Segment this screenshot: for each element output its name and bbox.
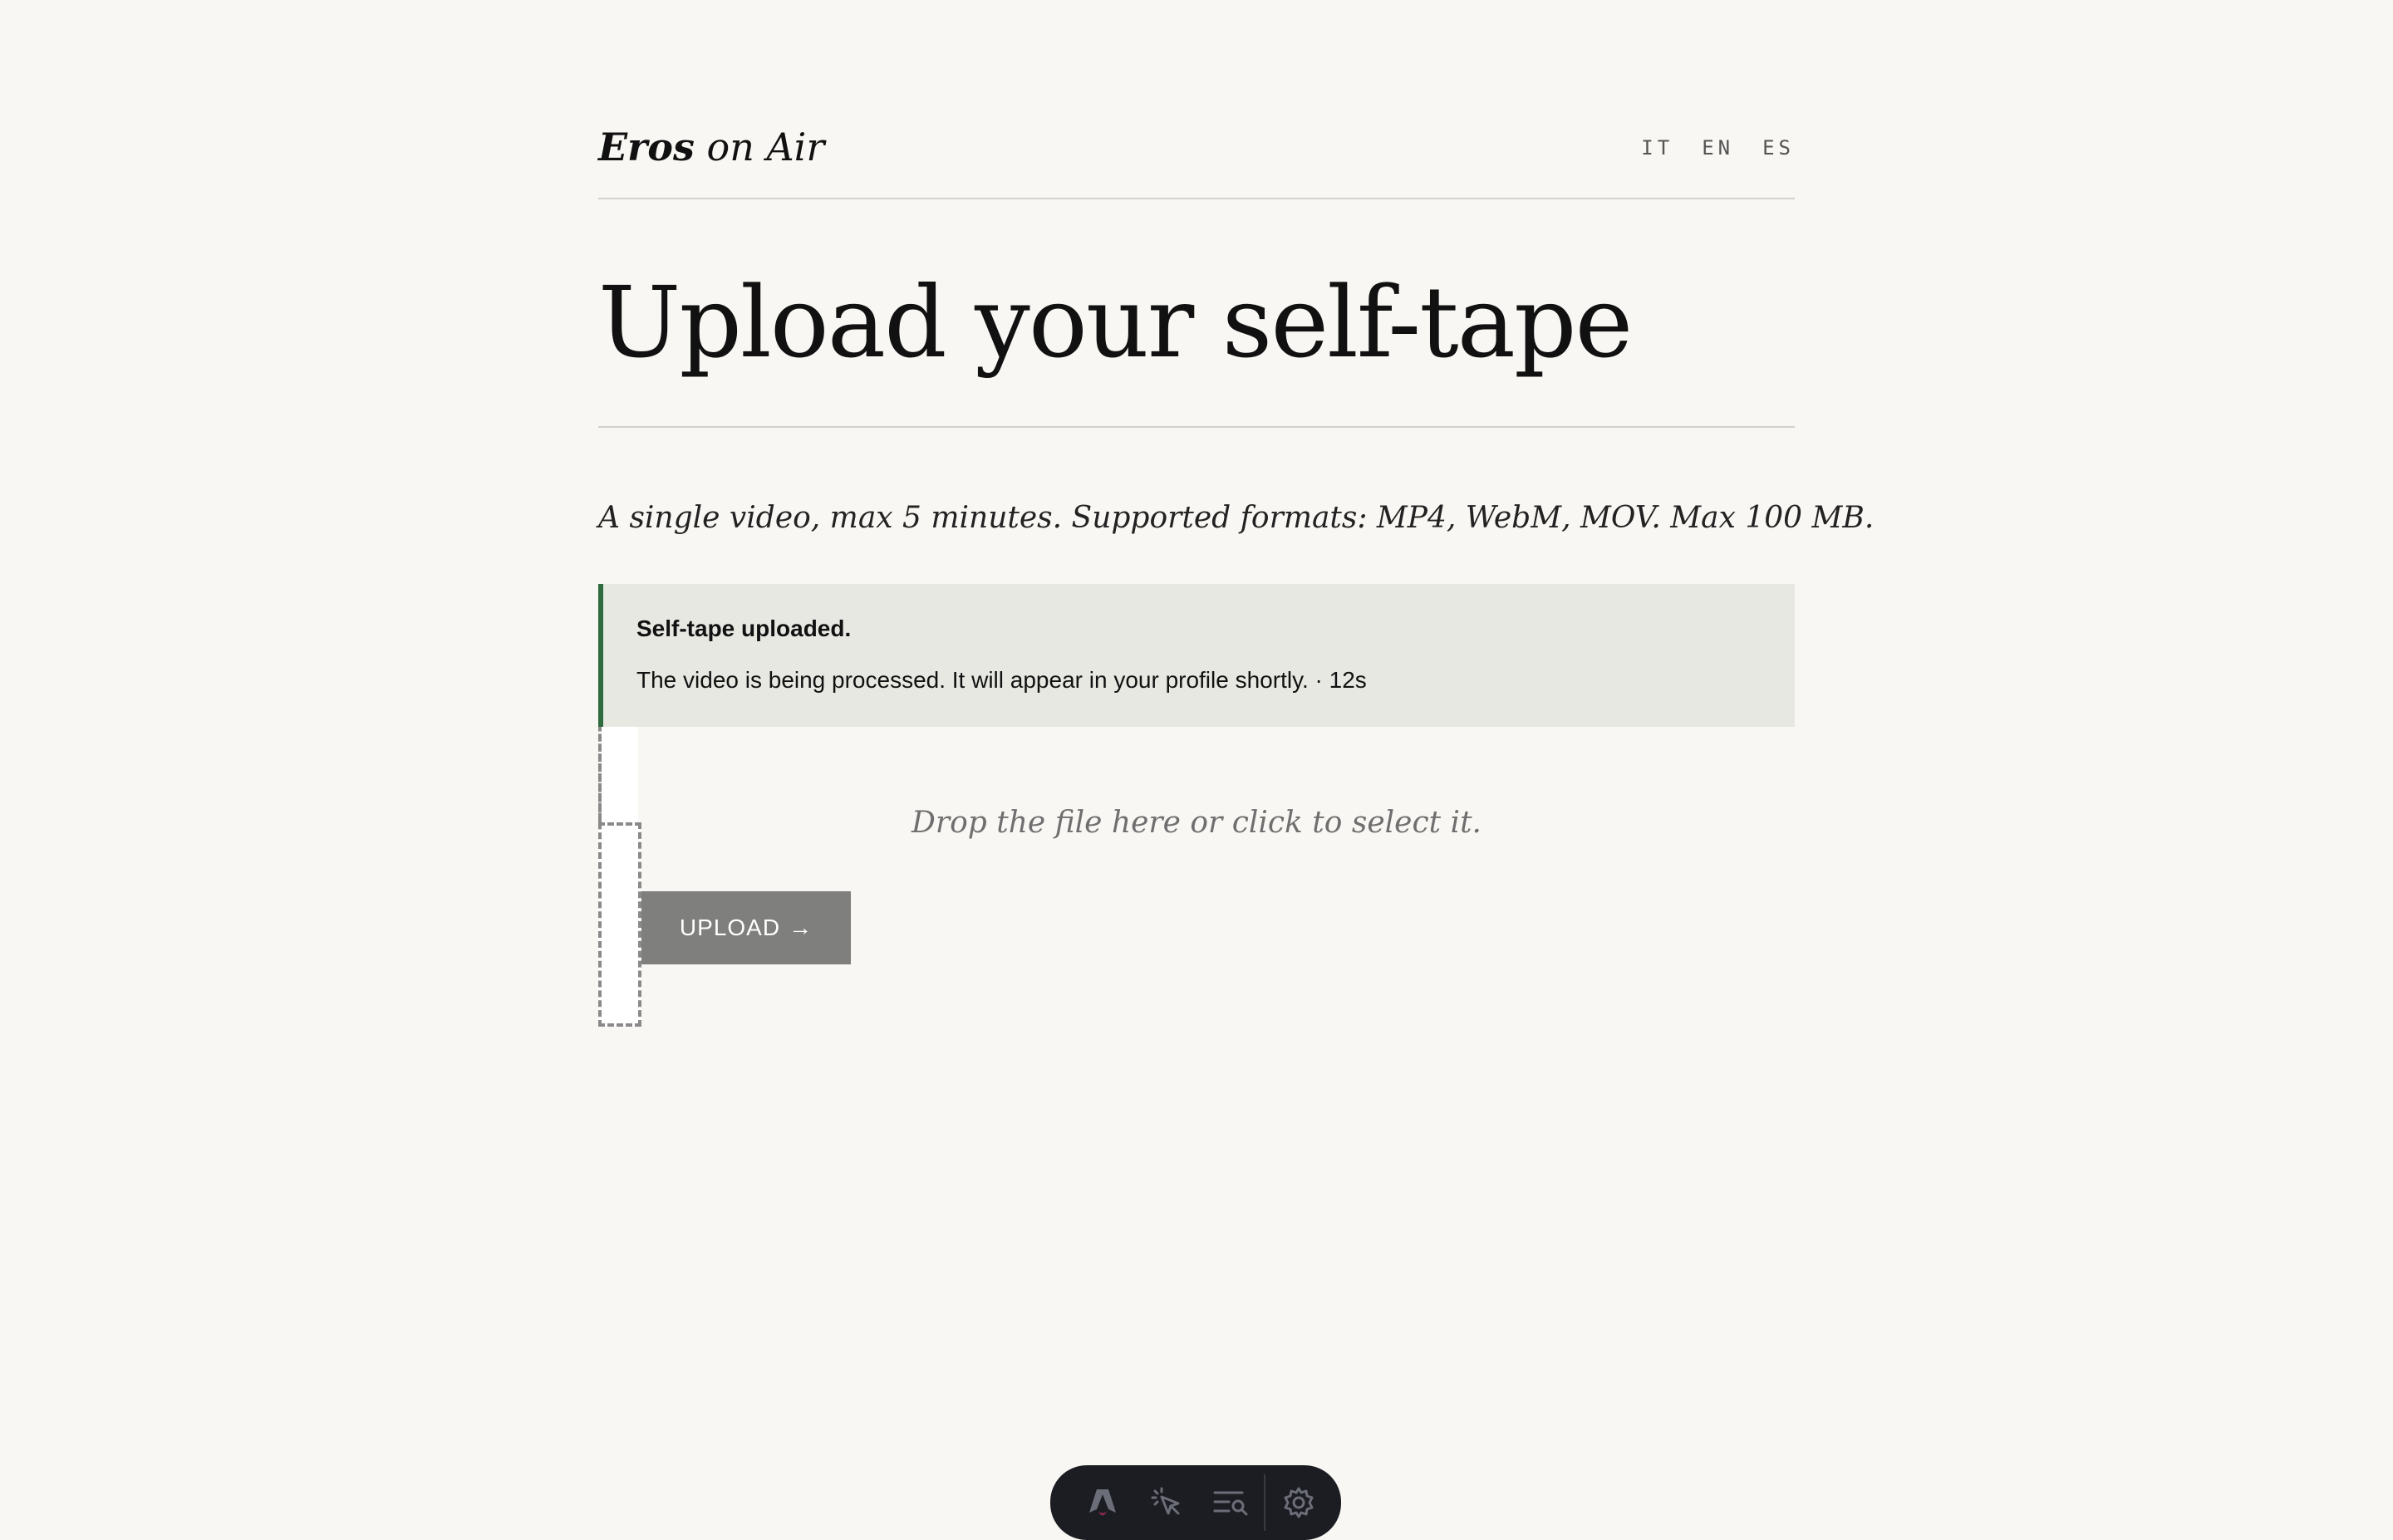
upload-button[interactable]: UPLOAD → <box>641 891 851 964</box>
page-title: Upload your self-tape <box>598 265 1633 380</box>
success-notice: Self-tape uploaded. The video is being p… <box>598 584 1795 727</box>
dropzone-border <box>598 1023 641 1027</box>
arrow-right-icon: → <box>789 915 813 940</box>
site-header: Eros on Air IT EN ES <box>598 118 1795 199</box>
upload-button-label: UPLOAD <box>679 915 781 940</box>
settings-gear-icon[interactable] <box>1267 1474 1331 1531</box>
lang-en[interactable]: EN <box>1702 136 1734 159</box>
dropzone-border <box>598 684 602 1027</box>
toolbar-divider <box>1264 1474 1265 1531</box>
astro-logo-icon[interactable] <box>1070 1474 1134 1531</box>
lang-es[interactable]: ES <box>1762 136 1795 159</box>
dropzone-hint[interactable]: Drop the file here or click to select it… <box>598 806 1795 840</box>
upload-instructions: A single video, max 5 minutes. Supported… <box>598 501 1875 535</box>
notice-message: The video is being processed. It will ap… <box>636 667 1367 693</box>
notice-title: Self-tape uploaded. <box>636 616 852 641</box>
site-logo[interactable]: Eros on Air <box>598 118 824 176</box>
logo-strong-text: Eros <box>598 125 695 169</box>
divider <box>598 426 1795 428</box>
language-switcher: IT EN ES <box>1641 136 1795 159</box>
inspect-cursor-icon[interactable] <box>1134 1474 1198 1531</box>
dropzone-fragment[interactable] <box>598 822 641 1027</box>
lang-it[interactable]: IT <box>1641 136 1673 159</box>
audit-icon[interactable] <box>1198 1474 1262 1531</box>
logo-light-text: on Air <box>706 125 825 169</box>
dev-toolbar <box>1050 1465 1341 1540</box>
